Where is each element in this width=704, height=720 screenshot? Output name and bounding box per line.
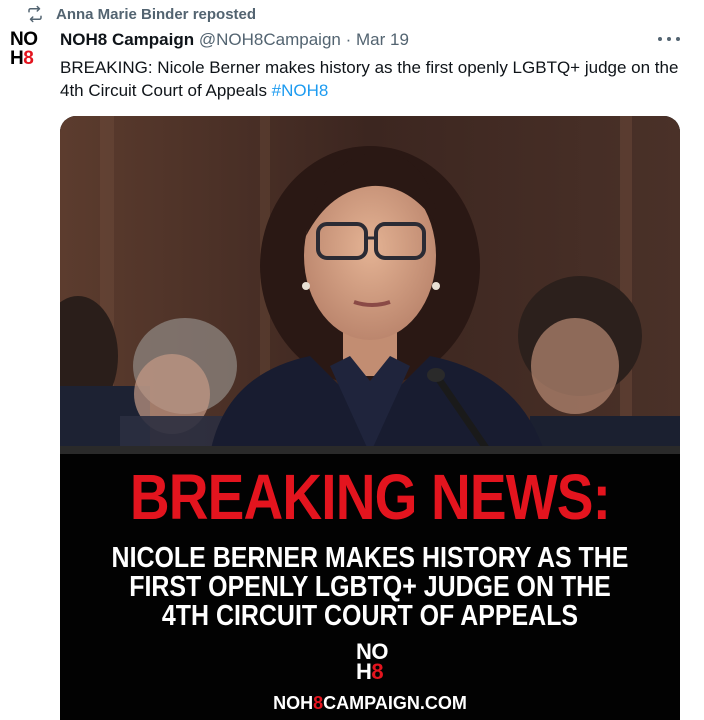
banner-title: BREAKING NEWS: xyxy=(129,461,611,533)
repost-label: Anna Marie Binder reposted xyxy=(56,5,257,23)
tweet-media-image[interactable]: BREAKING NEWS: NICOLE BERNER MAKES HISTO… xyxy=(60,116,680,720)
banner-line: 4TH CIRCUIT COURT OF APPEALS xyxy=(161,600,579,632)
banner-line: FIRST OPENLY LGBTQ+ JUDGE ON THE xyxy=(129,571,611,603)
author-name[interactable]: NOH8 Campaign xyxy=(60,30,194,49)
logo-line-2-h: H xyxy=(356,659,372,684)
avatar-line-1: NO xyxy=(10,29,38,50)
logo-line-2-8: 8 xyxy=(371,659,384,684)
url-8: 8 xyxy=(313,693,324,713)
url-suffix: CAMPAIGN.COM xyxy=(323,693,467,713)
avatar-line-2-h: H xyxy=(10,48,24,69)
tweet[interactable]: Anna Marie Binder reposted NO H8 NOH8 Ca… xyxy=(0,0,704,720)
more-horizontal-icon-dot xyxy=(658,37,662,41)
banner-subtitle: NICOLE BERNER MAKES HISTORY AS THE FIRST… xyxy=(103,544,636,631)
author-handle[interactable]: @NOH8Campaign xyxy=(199,30,341,49)
repost-context[interactable]: Anna Marie Binder reposted xyxy=(26,4,256,24)
more-options-button[interactable] xyxy=(658,28,680,50)
more-horizontal-icon-dot xyxy=(667,37,671,41)
campaign-url: NOH8CAMPAIGN.COM xyxy=(60,692,680,714)
tweet-text: BREAKING: Nicole Berner makes history as… xyxy=(60,56,680,102)
post-date[interactable]: Mar 19 xyxy=(356,30,409,49)
noh8-logo: NO H8 xyxy=(356,641,396,684)
url-prefix: NOH xyxy=(273,693,314,713)
tweet-header: NOH8 Campaign @NOH8Campaign · Mar 19 xyxy=(60,29,409,51)
hearing-photo xyxy=(60,116,680,454)
repost-icon xyxy=(28,5,42,23)
avatar-line-2-8: 8 xyxy=(23,48,34,69)
header-separator: · xyxy=(345,30,352,49)
breaking-news-banner: BREAKING NEWS: NICOLE BERNER MAKES HISTO… xyxy=(60,454,680,720)
hashtag-link[interactable]: #NOH8 xyxy=(272,81,329,100)
banner-line: NICOLE BERNER MAKES HISTORY AS THE xyxy=(111,542,629,574)
tweet-body: BREAKING: Nicole Berner makes history as… xyxy=(60,58,679,100)
more-horizontal-icon-dot xyxy=(676,37,680,41)
avatar[interactable]: NO H8 xyxy=(10,30,44,70)
